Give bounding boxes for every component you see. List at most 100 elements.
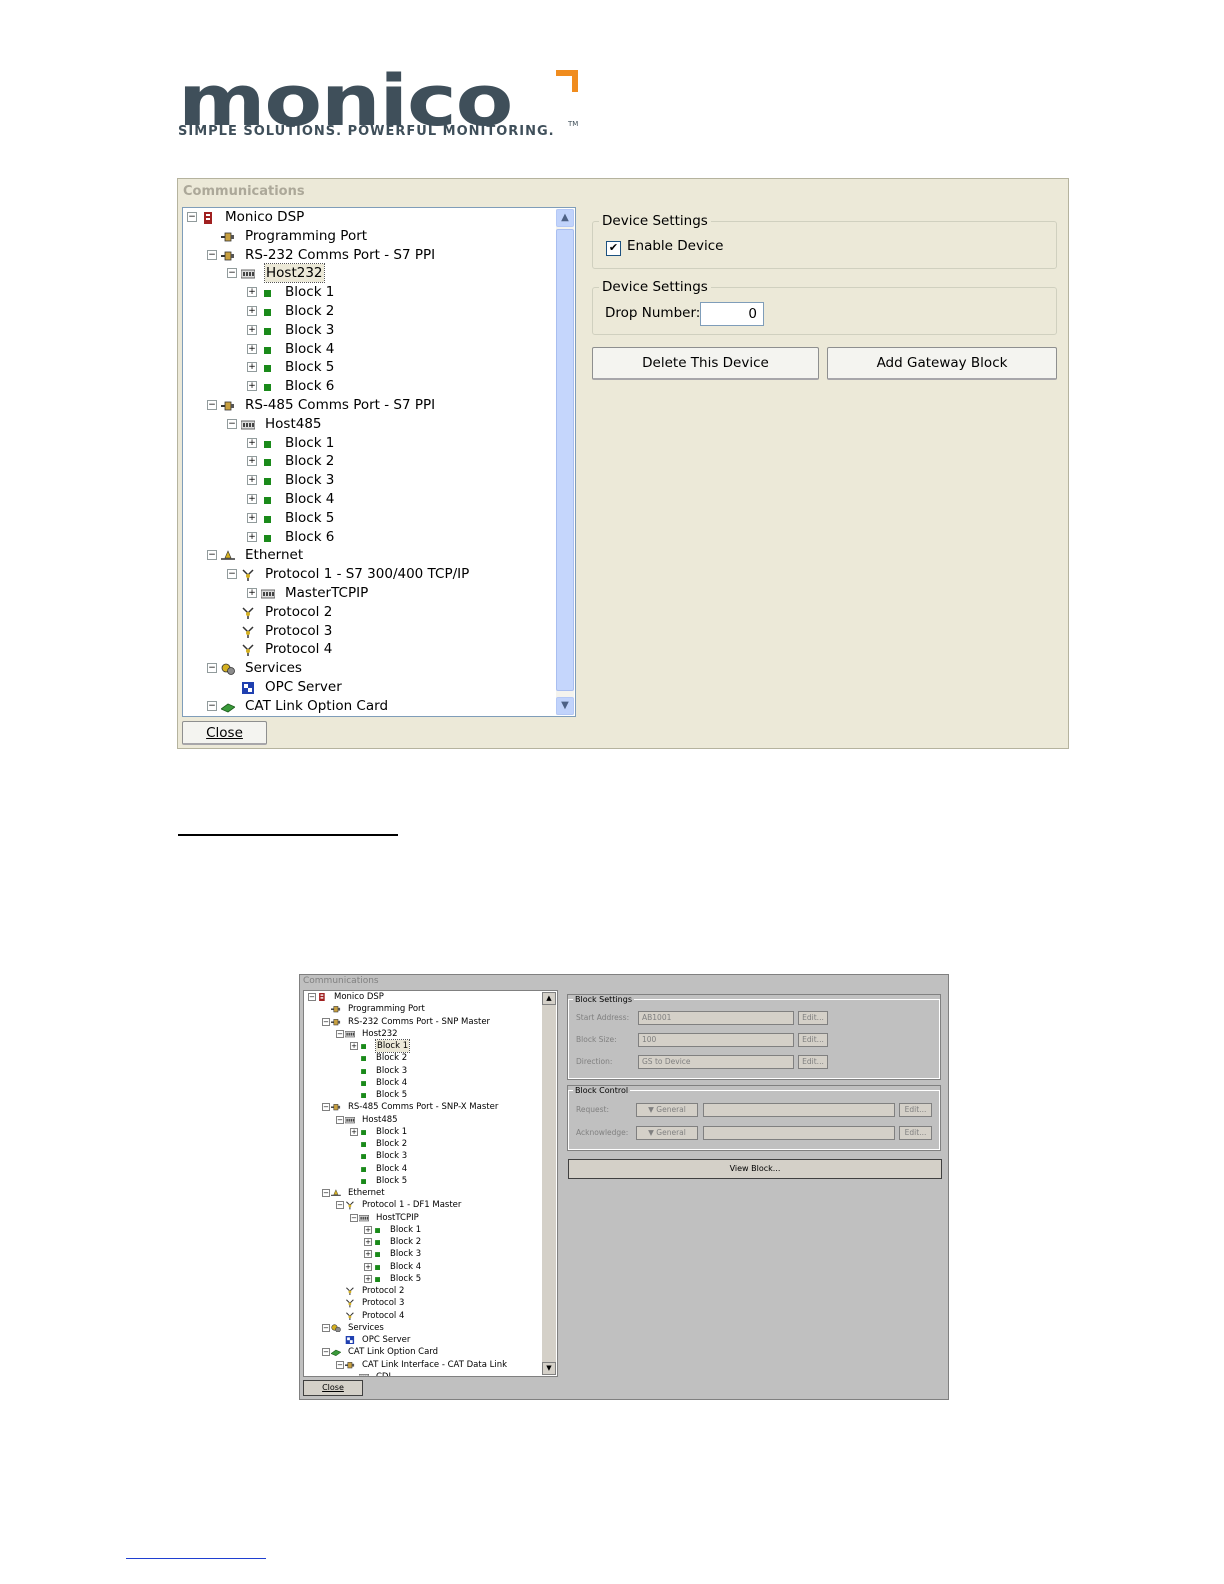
control-field[interactable] xyxy=(703,1103,895,1117)
drop-number-field[interactable]: 0 xyxy=(700,302,764,326)
tree-item[interactable]: − Protocol 1 - S7 300/400 TCP/IP xyxy=(183,565,553,583)
tree-item[interactable]: OPC Server xyxy=(183,678,553,696)
tree-item[interactable]: − HostTCPIP xyxy=(304,1212,542,1224)
expand-icon[interactable]: + xyxy=(350,1042,358,1050)
tree-item[interactable]: Block 3 xyxy=(304,1150,542,1162)
tree-item[interactable]: + Block 2 xyxy=(183,302,553,320)
scroll-up-icon[interactable]: ▲ xyxy=(556,209,574,227)
tree-item[interactable]: Protocol 4 xyxy=(183,640,553,658)
tree-item[interactable]: Block 5 xyxy=(304,1175,542,1187)
expand-icon[interactable]: + xyxy=(247,588,257,598)
scroll-down-icon[interactable]: ▼ xyxy=(556,697,574,715)
tree-item[interactable]: Programming Port xyxy=(304,1003,542,1015)
scroll-up-icon[interactable]: ▲ xyxy=(542,992,556,1005)
communications-tree[interactable]: ▲ ▼ − Monico DSP Programming Port − RS-232 C… xyxy=(182,207,576,717)
collapse-icon[interactable]: − xyxy=(308,993,316,1001)
tree-item[interactable]: − Host485 xyxy=(183,415,553,433)
tree-item[interactable]: + Block 3 xyxy=(183,321,553,339)
tree-item[interactable]: Block 2 xyxy=(304,1138,542,1150)
tree-item[interactable]: + Block 1 xyxy=(304,1039,542,1053)
tree-item[interactable]: − RS-485 Comms Port - SNP-X Master xyxy=(304,1101,542,1113)
tree-item[interactable]: + Block 5 xyxy=(304,1273,542,1285)
collapse-icon[interactable]: − xyxy=(227,268,237,279)
control-select[interactable]: ▼ General xyxy=(636,1126,698,1140)
edit-button[interactable]: Edit... xyxy=(899,1126,932,1140)
tree-item[interactable]: Block 4 xyxy=(304,1077,542,1089)
block-setting-field[interactable]: AB1001 xyxy=(638,1011,794,1025)
expand-icon[interactable]: + xyxy=(364,1262,372,1271)
expand-icon[interactable]: + xyxy=(247,306,257,316)
expand-icon[interactable]: + xyxy=(364,1225,372,1234)
expand-icon[interactable]: + xyxy=(247,494,257,504)
expand-icon[interactable]: + xyxy=(247,475,257,486)
tree-item[interactable]: Programming Port xyxy=(183,227,553,245)
edit-button[interactable]: Edit... xyxy=(899,1103,932,1117)
collapse-icon[interactable]: − xyxy=(207,663,217,674)
expand-icon[interactable]: + xyxy=(247,381,257,392)
expand-icon[interactable]: + xyxy=(247,324,257,335)
expand-icon[interactable]: + xyxy=(364,1238,372,1246)
tree-item[interactable]: + Block 4 xyxy=(304,1261,542,1273)
view-block-button[interactable]: View Block... xyxy=(568,1159,942,1179)
collapse-icon[interactable]: − xyxy=(336,1115,344,1124)
tree-item[interactable]: Protocol 3 xyxy=(183,622,553,640)
edit-button[interactable]: Edit... xyxy=(798,1033,828,1047)
communications-tree-2[interactable]: ▲ ▼ − Monico DSP Programming Port − RS-232 C… xyxy=(303,990,558,1377)
tree-item[interactable]: Block 3 xyxy=(304,1065,542,1077)
collapse-icon[interactable]: − xyxy=(322,1323,330,1332)
tree-item[interactable]: − Host485 xyxy=(304,1114,542,1126)
tree-item[interactable]: − Ethernet xyxy=(183,546,553,564)
tree-item[interactable]: − RS-232 Comms Port - SNP Master xyxy=(304,1016,542,1028)
tree-item[interactable]: − CAT Link Interface - CAT Data Link xyxy=(304,1359,542,1371)
collapse-icon[interactable]: − xyxy=(187,212,197,222)
tree-item[interactable]: + Block 3 xyxy=(183,471,553,489)
tree-item[interactable]: − Services xyxy=(304,1322,542,1334)
tree-item[interactable]: − CAT Link Option Card xyxy=(304,1346,542,1358)
tree-item[interactable]: − Ethernet xyxy=(304,1187,542,1199)
tree-item[interactable]: OPC Server xyxy=(304,1334,542,1346)
control-field[interactable] xyxy=(703,1126,895,1140)
scroll-thumb[interactable] xyxy=(556,229,574,691)
collapse-icon[interactable]: − xyxy=(336,1360,344,1369)
collapse-icon[interactable]: − xyxy=(207,550,217,561)
expand-icon[interactable]: + xyxy=(247,531,257,542)
expand-icon[interactable]: + xyxy=(350,1127,358,1136)
expand-icon[interactable]: + xyxy=(247,287,257,298)
tree-item[interactable]: + Block 4 xyxy=(183,490,553,508)
close-button[interactable]: Close xyxy=(303,1380,363,1396)
tree-scrollbar[interactable]: ▲ ▼ xyxy=(556,209,574,715)
collapse-icon[interactable]: − xyxy=(322,1189,330,1197)
collapse-icon[interactable]: − xyxy=(322,1348,330,1357)
tree-item[interactable]: Protocol 4 xyxy=(304,1310,542,1322)
expand-icon[interactable]: + xyxy=(247,456,257,467)
block-setting-field[interactable]: GS to Device xyxy=(638,1055,794,1069)
collapse-icon[interactable]: − xyxy=(227,569,237,580)
collapse-icon[interactable]: − xyxy=(207,700,217,711)
tree-item[interactable]: + MasterTCPIP xyxy=(183,584,553,602)
collapse-icon[interactable]: − xyxy=(207,400,217,410)
collapse-icon[interactable]: − xyxy=(322,1017,330,1026)
edit-button[interactable]: Edit... xyxy=(798,1055,828,1069)
tree-item[interactable]: − RS-232 Comms Port - S7 PPI xyxy=(183,246,553,264)
tree-item[interactable]: CDL xyxy=(304,1371,542,1376)
add-gateway-block-button[interactable]: Add Gateway Block xyxy=(827,347,1057,380)
expand-icon[interactable]: + xyxy=(247,512,257,523)
tree-item[interactable]: + Block 3 xyxy=(304,1248,542,1260)
tree-item[interactable]: + Block 1 xyxy=(183,434,553,452)
tree-item[interactable]: + Block 5 xyxy=(183,358,553,376)
scroll-down-icon[interactable]: ▼ xyxy=(542,1362,556,1375)
collapse-icon[interactable]: − xyxy=(350,1213,358,1222)
tree-item[interactable]: Protocol 2 xyxy=(304,1285,542,1297)
expand-icon[interactable]: + xyxy=(364,1274,372,1283)
expand-icon[interactable]: + xyxy=(247,437,257,448)
tree-item[interactable]: − Monico DSP xyxy=(183,208,553,226)
tree-item[interactable]: − Host232 xyxy=(183,263,553,284)
collapse-icon[interactable]: − xyxy=(336,1029,344,1038)
tree-item[interactable]: − Monico DSP xyxy=(304,991,542,1003)
tree-item[interactable]: + Block 6 xyxy=(183,528,553,546)
tree-item[interactable]: Block 4 xyxy=(304,1163,542,1175)
expand-icon[interactable]: + xyxy=(364,1250,372,1259)
tree-item[interactable]: + Block 2 xyxy=(304,1236,542,1248)
block-setting-field[interactable]: 100 xyxy=(638,1033,794,1047)
tree-item[interactable]: − Host232 xyxy=(304,1028,542,1040)
